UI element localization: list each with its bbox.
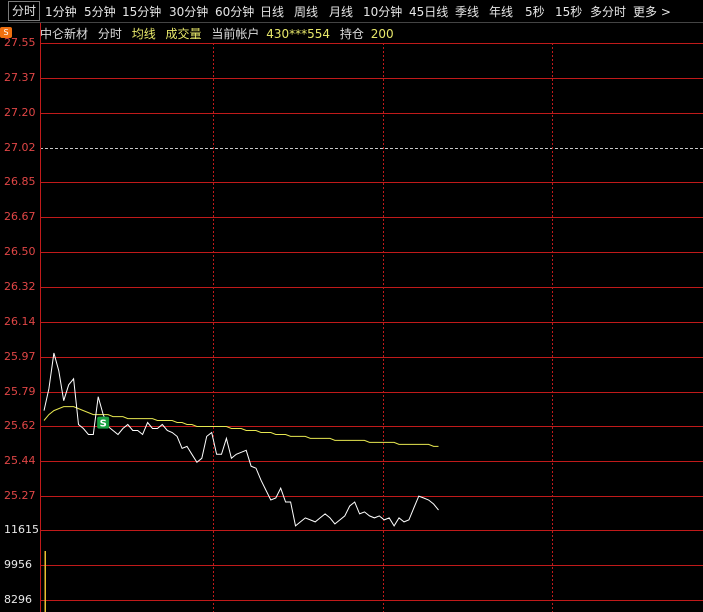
price-tick-label: 26.32	[4, 279, 36, 293]
intraday-chart[interactable]: S	[0, 0, 703, 612]
price-tick-label: 27.55	[4, 35, 36, 49]
price-tick-label: 26.14	[4, 314, 36, 328]
sell-signal-marker: S	[97, 416, 110, 430]
price-tick-label: 25.44	[4, 453, 36, 467]
signal-label: S	[100, 419, 107, 430]
price-tick-label: 27.20	[4, 105, 36, 119]
volume-bars	[44, 551, 46, 612]
volume-bar	[44, 551, 46, 612]
price-tick-label: 26.50	[4, 244, 36, 258]
price-tick-label: 26.85	[4, 174, 36, 188]
price-tick-label: 25.79	[4, 384, 36, 398]
volume-tick-label: 9956	[4, 557, 32, 571]
price-tick-label: 27.02	[4, 140, 36, 154]
price-tick-label: 25.62	[4, 418, 36, 432]
volume-tick-label: 8296	[4, 592, 32, 606]
price-line	[43, 352, 439, 527]
price-tick-label: 25.27	[4, 488, 36, 502]
price-tick-label: 26.67	[4, 209, 36, 223]
chart-grid	[0, 22, 703, 612]
price-tick-label: 25.97	[4, 349, 36, 363]
price-tick-label: 27.37	[4, 70, 36, 84]
volume-tick-label: 11615	[4, 522, 39, 536]
